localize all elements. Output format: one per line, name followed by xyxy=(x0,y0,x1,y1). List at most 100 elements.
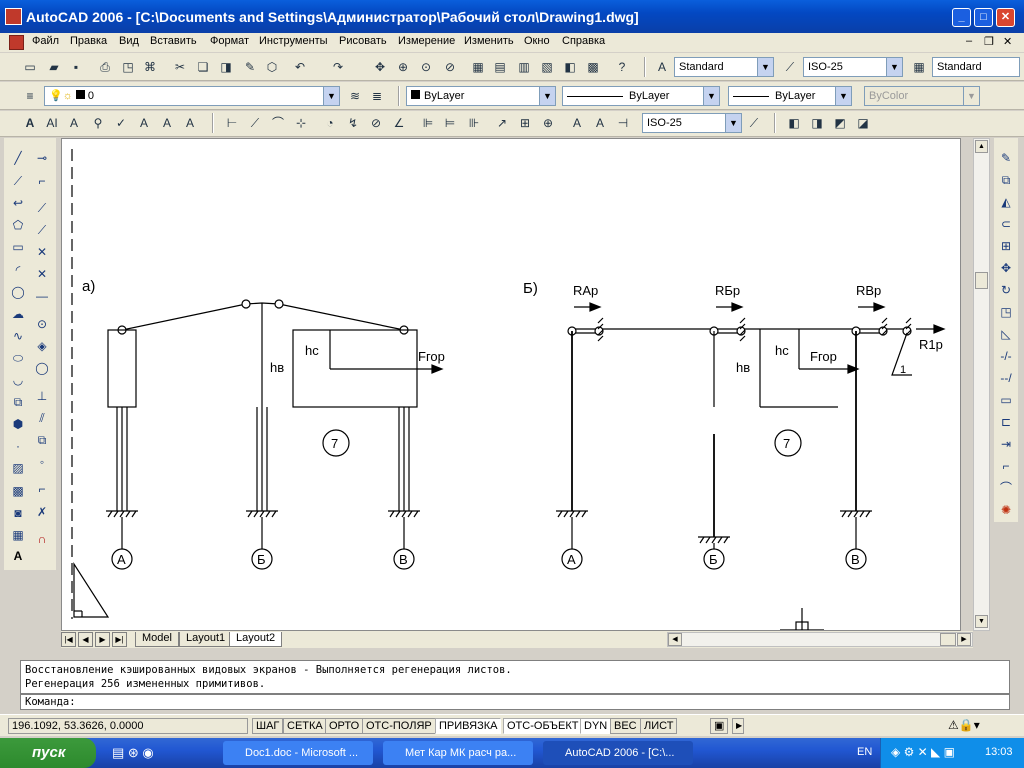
doc-minimize-button[interactable]: – xyxy=(966,35,972,47)
dim-style-manager-icon[interactable]: ⟋ xyxy=(744,113,764,133)
circle-icon[interactable]: ◯ xyxy=(8,282,28,302)
scroll-left-button[interactable]: ◀ xyxy=(668,633,682,646)
dim-baseline-icon[interactable]: ⊨ xyxy=(440,113,460,133)
tab-first-button[interactable]: |◀ xyxy=(61,632,76,647)
dim-linear-icon[interactable]: ⊢ xyxy=(222,113,242,133)
dim-angular-icon[interactable]: ∠ xyxy=(389,113,409,133)
rotate-tool-icon[interactable]: ↻ xyxy=(996,280,1016,300)
redo-icon[interactable]: ↷ xyxy=(328,57,348,77)
scale-tool-icon[interactable]: ◳ xyxy=(996,302,1016,322)
arc-icon[interactable]: ◜ xyxy=(8,260,28,280)
trim-tool-icon[interactable]: -/- xyxy=(996,346,1016,366)
move-tool-icon[interactable]: ✥ xyxy=(996,258,1016,278)
otrack-toggle[interactable]: ОТС-ОБЪЕКТ xyxy=(503,718,583,734)
polar-toggle[interactable]: ОТС-ПОЛЯР xyxy=(362,718,436,734)
print-icon[interactable]: ⎙ xyxy=(95,57,115,77)
dim-text-edit-icon[interactable]: A xyxy=(590,113,610,133)
start-button[interactable]: пуск xyxy=(0,738,96,768)
doc-close-button[interactable]: ✕ xyxy=(1003,35,1012,48)
maximize-viewport-icon[interactable]: ▣ xyxy=(710,718,728,734)
dim-ordinate-icon[interactable]: ⊹ xyxy=(291,113,311,133)
hscroll-thumb[interactable] xyxy=(940,633,956,646)
find-icon[interactable]: ⚲ xyxy=(88,113,108,133)
copy-object-icon[interactable]: ⌐ xyxy=(32,171,52,191)
join-tool-icon[interactable]: ⇥ xyxy=(996,434,1016,454)
region-icon[interactable]: ◙ xyxy=(8,503,28,523)
mirror-tool-icon[interactable]: ◭ xyxy=(996,192,1016,212)
menu-draw[interactable]: Рисовать xyxy=(339,35,387,47)
toolpalettes-icon[interactable]: ▥ xyxy=(514,57,534,77)
copy-icon[interactable]: ❏ xyxy=(193,57,213,77)
dim-jogged-icon[interactable]: ↯ xyxy=(343,113,363,133)
markup-icon[interactable]: ◧ xyxy=(560,57,580,77)
vertical-scrollbar[interactable]: ▲ ▼ xyxy=(973,138,990,631)
calculator-icon[interactable]: ▩ xyxy=(583,57,603,77)
leader-icon[interactable]: ↗ xyxy=(492,113,512,133)
erase-tool-icon[interactable]: ✎ xyxy=(996,148,1016,168)
construction-line-icon[interactable]: ⟋ xyxy=(8,171,28,191)
draworder-back-icon[interactable]: ◨ xyxy=(807,113,827,133)
trim-icon[interactable]: ◯ xyxy=(32,358,52,378)
ortho-toggle[interactable]: ОРТО xyxy=(325,718,364,734)
task-word-doc2[interactable]: Мет Кар МК расч ра... xyxy=(383,741,533,765)
paste-icon[interactable]: ◨ xyxy=(216,57,236,77)
zoom-window-icon[interactable]: ⊙ xyxy=(416,57,436,77)
scroll-down-button[interactable]: ▼ xyxy=(975,615,988,628)
tray-icons[interactable]: ◈ ⚙ ✕ ◣ ▣ xyxy=(891,745,955,759)
make-current-layer-icon[interactable]: ≋ xyxy=(345,86,365,106)
offset-tool-icon[interactable]: ⊂ xyxy=(996,214,1016,234)
tab-next-button[interactable]: ▶ xyxy=(95,632,110,647)
break-tool-icon[interactable]: ⊏ xyxy=(996,412,1016,432)
linetype-select[interactable]: ByLayer ▼ xyxy=(562,86,720,106)
menu-window[interactable]: Окно xyxy=(524,35,550,47)
paper-model-toggle[interactable]: ЛИСТ xyxy=(640,718,678,734)
help-icon[interactable]: ? xyxy=(612,57,632,77)
edit-text-icon[interactable]: A xyxy=(64,113,84,133)
draworder-above-icon[interactable]: ◩ xyxy=(830,113,850,133)
quick-dim-icon[interactable]: ⊫ xyxy=(418,113,438,133)
dim-arc-icon[interactable]: ⌒ xyxy=(268,113,288,133)
dim-update-icon[interactable]: ⊣ xyxy=(613,113,633,133)
menu-format[interactable]: Формат xyxy=(210,35,249,47)
undo-icon[interactable]: ↶ xyxy=(290,57,310,77)
array-tool-icon[interactable]: ⊞ xyxy=(996,236,1016,256)
preview-icon[interactable]: ◳ xyxy=(118,57,138,77)
tab-last-button[interactable]: ▶| xyxy=(112,632,127,647)
tab-prev-button[interactable]: ◀ xyxy=(78,632,93,647)
break-point-icon[interactable]: ▭ xyxy=(996,390,1016,410)
open-icon[interactable]: ▰ xyxy=(44,57,64,77)
mtext-icon[interactable]: A xyxy=(20,113,40,133)
dim-edit-icon[interactable]: A xyxy=(567,113,587,133)
menu-edit[interactable]: Правка xyxy=(70,35,107,47)
designcenter-icon[interactable]: ▤ xyxy=(490,57,510,77)
erase-icon[interactable]: ⊸ xyxy=(32,148,52,168)
make-block-icon[interactable]: ⬢ xyxy=(8,414,28,434)
spell-icon[interactable]: ✓ xyxy=(111,113,131,133)
extend-tool-icon[interactable]: --/ xyxy=(996,368,1016,388)
ellipse-icon[interactable]: ⬭ xyxy=(8,348,28,368)
scroll-thumb[interactable] xyxy=(975,272,988,289)
properties-icon[interactable]: ▦ xyxy=(468,57,488,77)
snap-toggle[interactable]: ШАГ xyxy=(252,718,284,734)
join-icon[interactable]: ⧉ xyxy=(32,430,52,450)
text-style-select[interactable]: Standard ▼ xyxy=(674,57,774,77)
zoom-previous-icon[interactable]: ⊘ xyxy=(440,57,460,77)
pan-icon[interactable]: ✥ xyxy=(370,57,390,77)
save-icon[interactable]: ▪ xyxy=(66,57,86,77)
gradient-icon[interactable]: ▩ xyxy=(8,481,28,501)
blockedit-icon[interactable]: ⬡ xyxy=(262,57,282,77)
comm-center-icon[interactable]: ⚠🔒▾ xyxy=(948,718,980,732)
tab-layout2[interactable]: Layout2 xyxy=(229,632,283,647)
dim-diameter-icon[interactable]: ⊘ xyxy=(366,113,386,133)
dtext-icon[interactable]: AI xyxy=(42,113,62,133)
extend-icon[interactable]: ⊥ xyxy=(32,386,52,406)
command-line[interactable]: Команда: xyxy=(20,694,1010,710)
chamfer-tool-icon[interactable]: ⌐ xyxy=(996,456,1016,476)
insert-block-icon[interactable]: ⧉ xyxy=(8,392,28,412)
layer-select[interactable]: 💡☼ 0 ▼ xyxy=(44,86,340,106)
status-arrow-icon[interactable]: ▶ xyxy=(732,718,744,734)
color-select[interactable]: ByLayer ▼ xyxy=(406,86,556,106)
move-icon[interactable]: ✕ xyxy=(32,264,52,284)
sheetset-icon[interactable]: ▧ xyxy=(537,57,557,77)
chamfer-icon[interactable]: ◦ xyxy=(32,452,52,472)
